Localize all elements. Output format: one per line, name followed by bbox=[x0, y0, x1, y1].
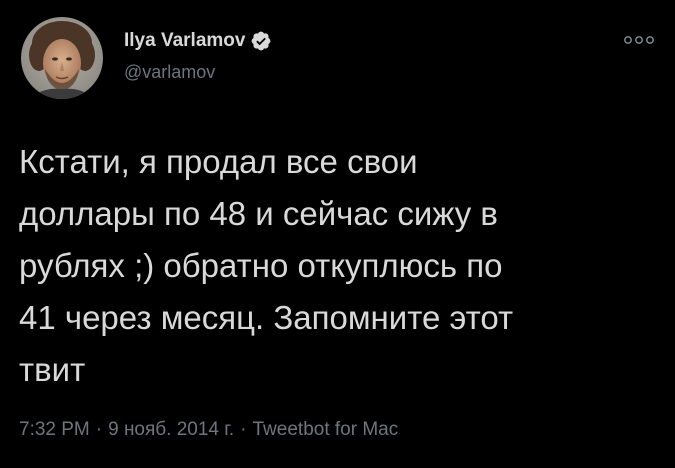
author-handle[interactable]: @varlamov bbox=[124, 62, 215, 83]
author-display-name[interactable]: Ilya Varlamov bbox=[124, 30, 245, 52]
tweet-card: Ilya Varlamov @varlamov Кстати, я продал… bbox=[0, 0, 675, 468]
tweet-meta: 7:32 PM · 9 нояб. 2014 г. · Tweetbot for… bbox=[19, 419, 398, 441]
avatar-portrait-icon bbox=[21, 17, 103, 99]
tweet-date-link[interactable]: 9 нояб. 2014 г. bbox=[108, 419, 234, 441]
tweet-text: Кстати, я продал все свои доллары по 48 … bbox=[19, 143, 514, 388]
more-options-button[interactable] bbox=[622, 32, 656, 48]
author-name-row: Ilya Varlamov bbox=[124, 29, 272, 53]
tweet-time-link[interactable]: 7:32 PM bbox=[19, 419, 90, 441]
verified-badge-icon bbox=[250, 30, 272, 52]
meta-separator: · bbox=[240, 419, 247, 440]
tweet-client-link[interactable]: Tweetbot for Mac bbox=[253, 419, 399, 441]
author-avatar[interactable] bbox=[21, 17, 103, 99]
meta-separator: · bbox=[95, 419, 103, 440]
more-dots-icon bbox=[624, 36, 654, 44]
